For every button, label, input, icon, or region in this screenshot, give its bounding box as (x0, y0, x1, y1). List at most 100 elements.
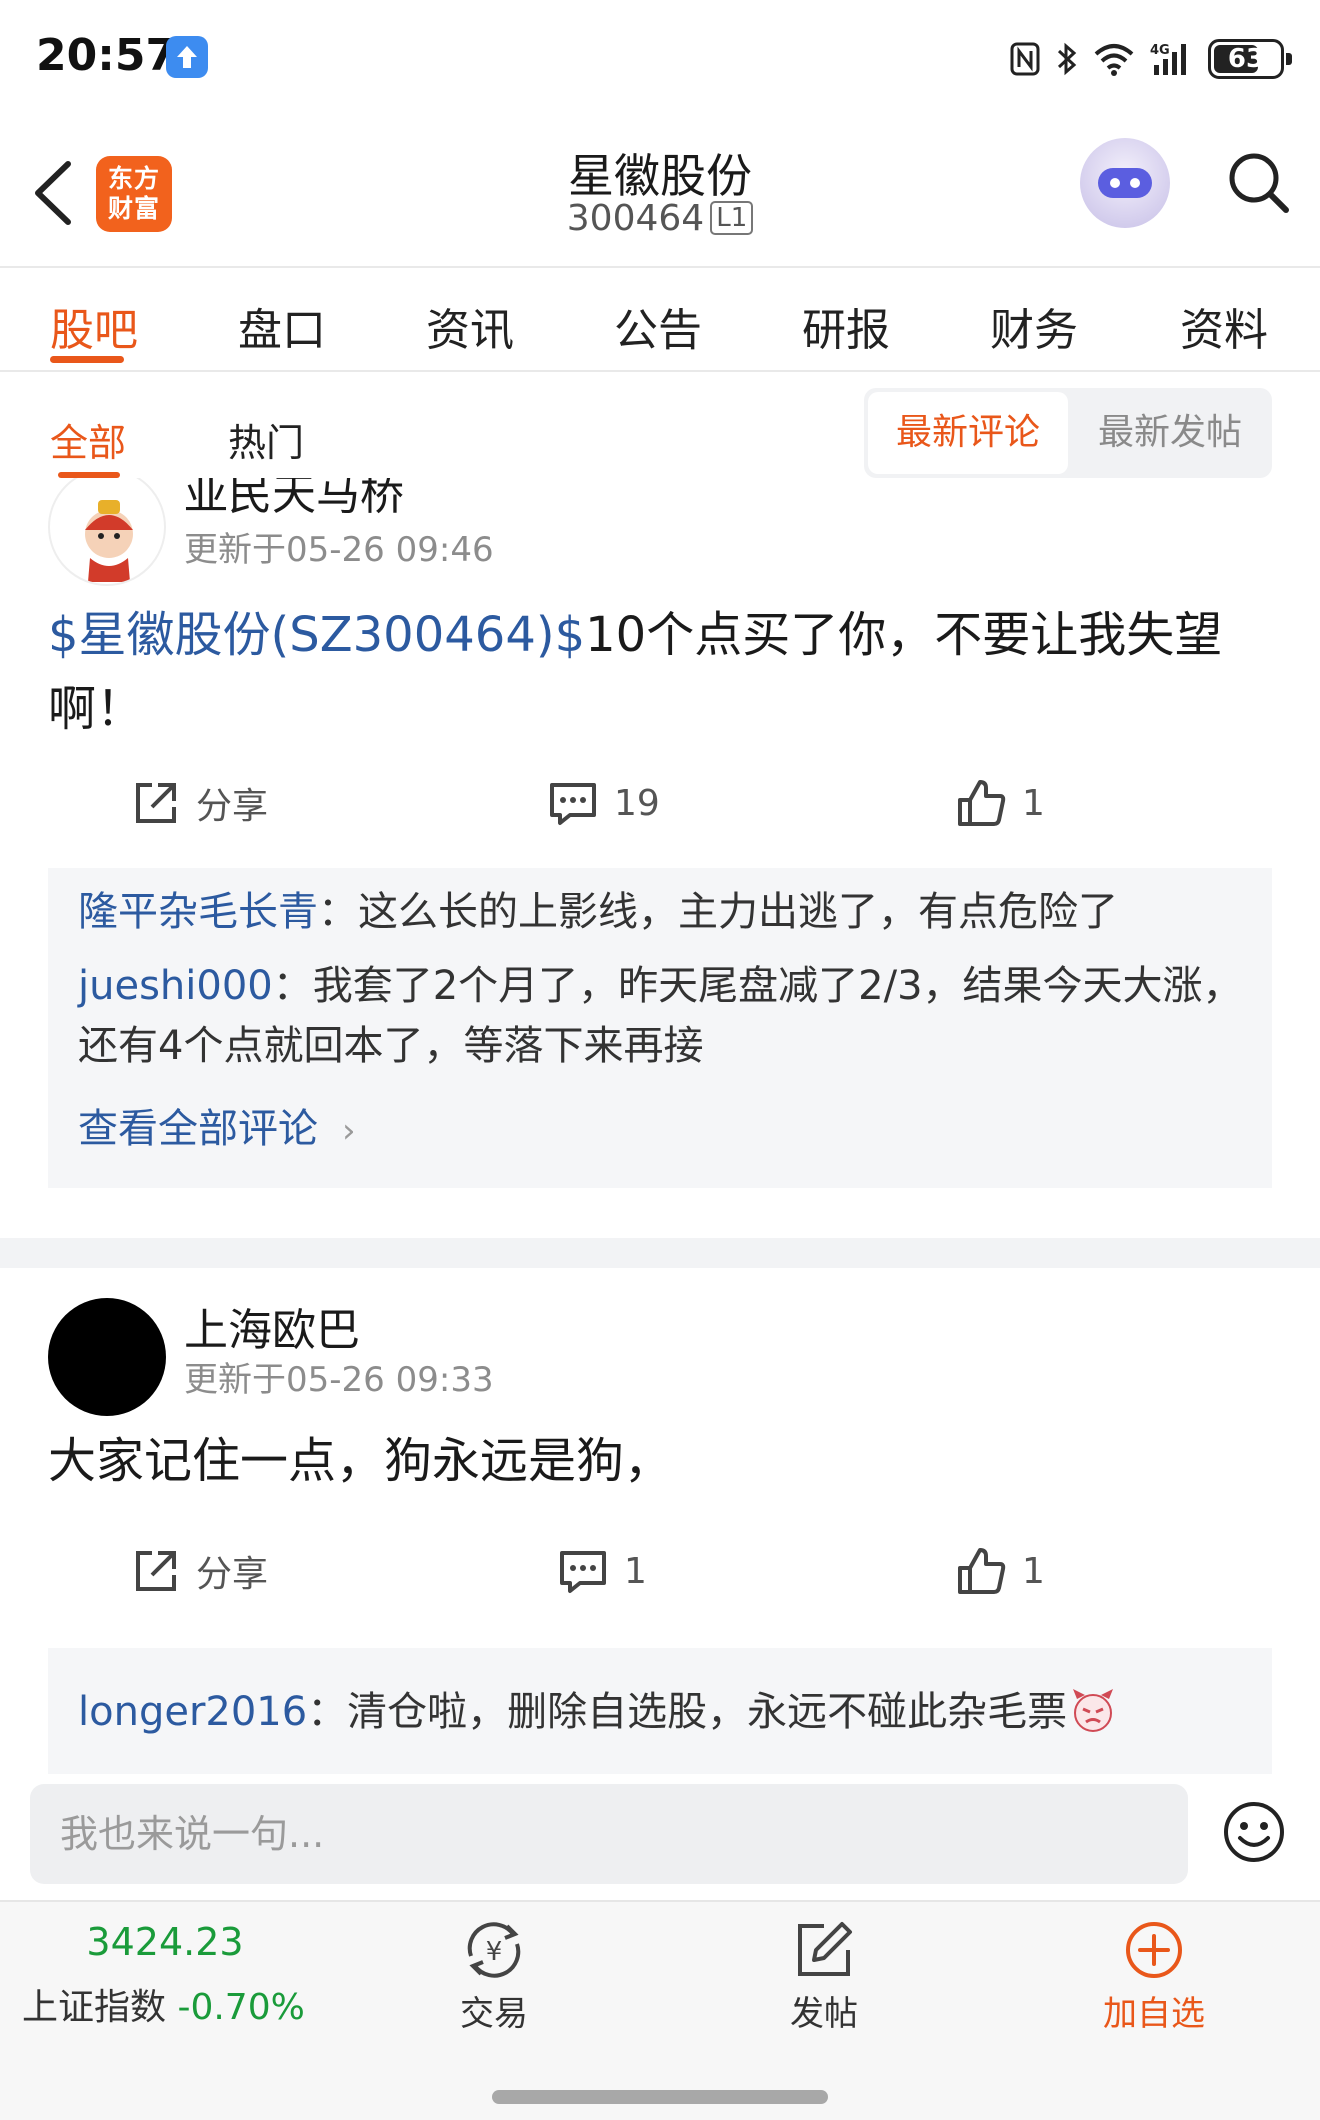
post-time: 更新于05-26 09:33 (184, 1360, 494, 1400)
trade-button[interactable]: ¥ 交易 (414, 1920, 574, 2035)
tab-research[interactable]: 研报 (802, 294, 890, 358)
view-all-comments-link[interactable]: 查看全部评论 › (78, 1096, 356, 1154)
index-value: 3424.23 (86, 1920, 244, 1964)
tab-indicator (50, 356, 124, 363)
comment-count: 19 (614, 782, 660, 824)
index-change: -0.70% (177, 1987, 305, 2028)
stock-header: 东方 财富 星徽股份 300464 L1 (0, 118, 1320, 268)
share-icon (136, 783, 176, 823)
upload-notification-icon (166, 36, 208, 78)
sort-latest-comments[interactable]: 最新评论 (868, 392, 1068, 474)
add-watchlist-button[interactable]: 加自选 (1074, 1920, 1234, 2035)
nfc-icon (1010, 42, 1040, 76)
share-button[interactable]: 分享 (132, 768, 268, 838)
compose-label: 发帖 (790, 1994, 858, 2034)
comment-text: ：清仓啦，删除自选股，永远不碰此杂毛票 (307, 1689, 1068, 1735)
comment-icon (550, 783, 596, 825)
tab-guba[interactable]: 股吧 (50, 294, 138, 358)
angry-emoji-icon (1073, 1689, 1114, 1732)
thumbs-up-icon (958, 780, 1006, 826)
wifi-icon (1094, 44, 1134, 76)
battery-level: 63 (1227, 44, 1265, 74)
filter-indicator (58, 472, 120, 478)
status-time: 20:57 (36, 30, 177, 81)
index-name: 上证指数 (22, 1987, 167, 2028)
filter-all[interactable]: 全部 (50, 412, 126, 467)
post-body[interactable]: $星徽股份(SZ300464)$10个点买了你，不要让我失望啊！ (48, 598, 1276, 746)
stock-code: 300464 (566, 198, 705, 239)
filter-bar: 全部 热门 最新评论 最新发帖 (0, 374, 1320, 478)
comment-preview[interactable]: 隆平杂毛长青：这么长的上影线，主力出逃了，有点危险了 (78, 882, 1248, 942)
post-card[interactable]: 上海欧巴 更新于05-26 09:33 大家记住一点，狗永远是狗， 分享 1 1… (0, 1268, 1320, 1774)
robot-icon (1098, 168, 1152, 198)
chevron-right-icon: › (342, 1111, 356, 1151)
like-count: 1 (1022, 1550, 1045, 1592)
smile-icon (1224, 1802, 1284, 1862)
sort-latest-posts[interactable]: 最新发帖 (1072, 388, 1268, 478)
status-bar: 20:57 4G 63 (0, 0, 1320, 118)
index-row: 上证指数 -0.70% (22, 1978, 305, 2030)
trade-yen-icon: ¥ (467, 1922, 521, 1978)
post-body[interactable]: 大家记住一点，狗永远是狗， (48, 1424, 1276, 1498)
comment-text: ：这么长的上影线，主力出逃了，有点危险了 (318, 889, 1118, 935)
home-indicator[interactable] (492, 2090, 828, 2104)
comment-user[interactable]: jueshi000 (78, 963, 273, 1009)
author-avatar[interactable] (48, 478, 166, 586)
share-button[interactable]: 分享 (132, 1536, 268, 1606)
post-card[interactable]: 亚民天马桥 更新于05-26 09:46 $星徽股份(SZ300464)$10个… (0, 478, 1320, 1188)
post-author[interactable]: 亚民天马桥 (184, 478, 404, 522)
filter-hot[interactable]: 热门 (228, 412, 304, 467)
comment-user[interactable]: 隆平杂毛长青 (78, 889, 318, 935)
search-icon (1229, 153, 1289, 213)
svg-text:¥: ¥ (486, 1937, 503, 1967)
thumbs-up-icon (958, 1548, 1006, 1594)
comment-preview-box[interactable]: longer2016：清仓啦，删除自选股，永远不碰此杂毛票 (48, 1648, 1272, 1774)
like-button[interactable]: 1 (956, 1536, 1045, 1606)
tab-news[interactable]: 资讯 (426, 294, 514, 358)
comment-button[interactable]: 19 (548, 768, 660, 838)
view-all-label: 查看全部评论 (78, 1106, 318, 1152)
post-actions: 分享 19 1 (0, 768, 1320, 838)
post-feed[interactable]: 亚民天马桥 更新于05-26 09:46 $星徽股份(SZ300464)$10个… (0, 478, 1320, 1774)
sort-toggle: 最新评论 最新发帖 (864, 388, 1272, 478)
add-watchlist-label: 加自选 (1103, 1994, 1205, 2034)
tab-pankou[interactable]: 盘口 (238, 294, 326, 358)
comment-preview[interactable]: longer2016：清仓啦，删除自选股，永远不碰此杂毛票 (78, 1682, 1248, 1742)
comment-count: 1 (624, 1550, 647, 1592)
comment-user[interactable]: longer2016 (78, 1689, 307, 1735)
post-actions: 分享 1 1 (0, 1536, 1320, 1606)
4g-signal-icon: 4G (1150, 43, 1186, 75)
bluetooth-icon (1057, 42, 1077, 76)
post-time: 更新于05-26 09:46 (184, 530, 494, 570)
share-label: 分享 (196, 786, 269, 827)
bottom-bar: 3424.23 上证指数 -0.70% ¥ 交易 发帖 加自选 (0, 1900, 1320, 2120)
battery-icon: 63 (1208, 39, 1292, 79)
comment-input[interactable] (30, 1784, 1188, 1884)
ai-assistant-button[interactable] (1080, 138, 1170, 228)
stock-tag-link[interactable]: $星徽股份(SZ300464)$ (48, 607, 585, 663)
tab-finance[interactable]: 财务 (990, 294, 1078, 358)
post-author[interactable]: 上海欧巴 (184, 1294, 360, 1358)
like-count: 1 (1022, 782, 1045, 824)
comment-preview[interactable]: jueshi000：我套了2个月了，昨天尾盘减了2/3，结果今天大涨，还有4个点… (78, 956, 1248, 1076)
trade-label: 交易 (460, 1994, 528, 2034)
comment-preview-box[interactable]: 隆平杂毛长青：这么长的上影线，主力出逃了，有点危险了 jueshi000：我套了… (48, 868, 1272, 1188)
share-icon (136, 1551, 176, 1591)
author-avatar[interactable] (48, 1298, 166, 1416)
emoji-button[interactable] (1222, 1800, 1286, 1864)
reply-bar (0, 1774, 1320, 1900)
level-badge: L1 (710, 201, 754, 235)
tab-profile[interactable]: 资料 (1180, 294, 1268, 358)
comment-icon (560, 1551, 606, 1593)
tab-announcements[interactable]: 公告 (614, 294, 702, 358)
like-button[interactable]: 1 (956, 768, 1045, 838)
comment-button[interactable]: 1 (558, 1536, 647, 1606)
share-label: 分享 (196, 1554, 269, 1595)
post-divider (0, 1238, 1320, 1268)
status-icons: 4G 63 (1010, 36, 1292, 82)
main-tabs: 股吧 盘口 资讯 公告 研报 财务 资料 (0, 270, 1320, 372)
search-button[interactable] (1226, 150, 1292, 216)
compose-post-button[interactable]: 发帖 (744, 1920, 904, 2035)
compose-icon (798, 1922, 852, 1976)
add-watchlist-icon (1126, 1922, 1182, 1978)
